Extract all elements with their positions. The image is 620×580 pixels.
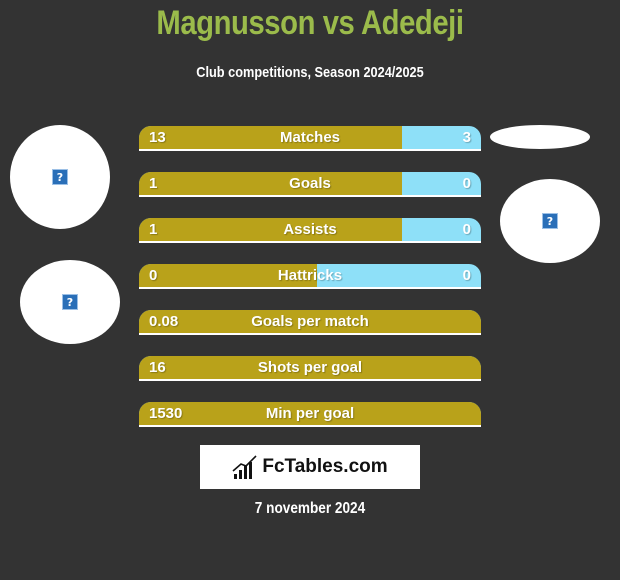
stat-label: Shots per goal	[257, 359, 363, 376]
stat-label: Assists	[283, 221, 337, 238]
stat-row-assists: 1 Assists 0	[139, 218, 481, 243]
right-player-avatar: ?	[500, 179, 600, 263]
right-value: 3	[462, 129, 471, 146]
stat-row-min-per-goal: 1530 Min per goal	[139, 402, 481, 427]
stat-row-matches: 13 Matches 3	[139, 126, 481, 151]
stat-label: Min per goal	[265, 405, 355, 422]
right-player-flag	[490, 125, 590, 149]
left-club-avatar: ?	[20, 260, 120, 344]
stat-row-shots-per-goal: 16 Shots per goal	[139, 356, 481, 381]
stat-label: Goals	[289, 175, 331, 192]
date-label: 7 november 2024	[254, 500, 366, 517]
stat-label: Hattricks	[277, 267, 343, 284]
stat-row-hattricks: 0 Hattricks 0	[139, 264, 481, 289]
fctables-logo[interactable]: FcTables.com	[200, 445, 420, 489]
competition-subtitle: Club competitions, Season 2024/2025	[196, 64, 424, 81]
stat-row-goals: 1 Goals 0	[139, 172, 481, 197]
stat-label: Goals per match	[251, 313, 369, 330]
right-value: 0	[462, 267, 471, 284]
broken-image-icon: ?	[52, 169, 68, 185]
broken-image-icon: ?	[542, 213, 558, 229]
stat-label: Matches	[279, 129, 341, 146]
page-title: Magnusson vs Adedeji	[156, 4, 464, 42]
broken-image-icon: ?	[62, 294, 78, 310]
bar-chart-icon	[232, 455, 257, 479]
left-player-avatar: ?	[10, 125, 110, 229]
right-value: 0	[462, 175, 471, 192]
stat-row-goals-per-match: 0.08 Goals per match	[139, 310, 481, 335]
right-value: 0	[462, 221, 471, 238]
logo-text: FcTables.com	[262, 456, 388, 477]
